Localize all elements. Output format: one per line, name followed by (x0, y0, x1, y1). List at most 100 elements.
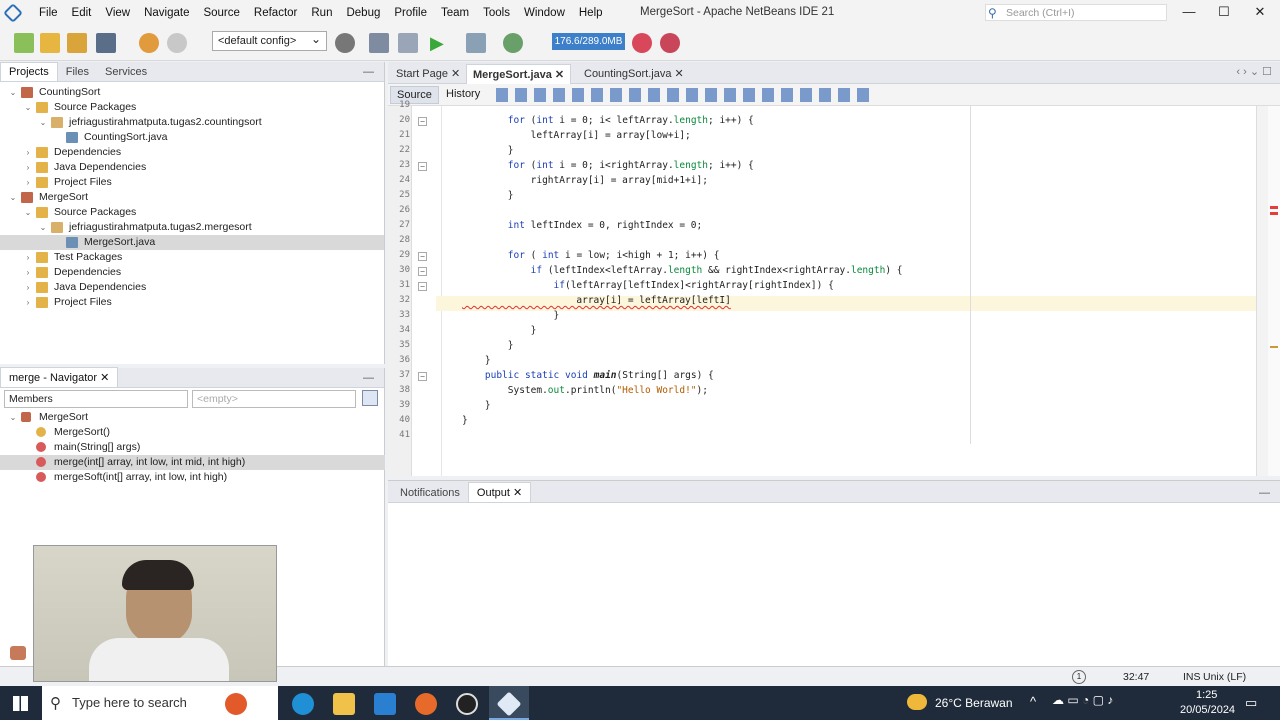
menu-debug[interactable]: Debug (339, 7, 387, 19)
tab-files[interactable]: Files (58, 63, 97, 81)
new-project-icon[interactable] (40, 33, 60, 53)
close-button[interactable]: ✕ (1251, 4, 1269, 20)
expand-toggle-icon[interactable]: › (23, 160, 33, 175)
tree-item[interactable]: ⌄ Source Packages (0, 100, 384, 115)
profile-icon[interactable] (503, 33, 523, 53)
tab-notifications[interactable]: Notifications (392, 484, 468, 502)
code-line[interactable]: } (462, 310, 560, 321)
tree-item[interactable]: › Project Files (0, 295, 384, 310)
error-marker[interactable] (1270, 212, 1278, 215)
editor-window-controls-icon[interactable]: ‹ › ⌄ ☐ (1236, 65, 1272, 78)
tray-icons[interactable]: ☁ ▭ ◔ ▢ ♪ (1052, 693, 1113, 707)
line-ending[interactable]: Unix (LF) (1203, 671, 1246, 683)
code-line[interactable]: } (462, 355, 491, 366)
gc-icon[interactable] (632, 33, 652, 53)
expand-toggle-icon[interactable]: › (23, 265, 33, 280)
code-area[interactable]: 19 20− for (int i = 0; i< leftArray.lengt… (399, 100, 1257, 476)
menu-view[interactable]: View (98, 7, 137, 19)
clock-time[interactable]: 1:25 (1196, 689, 1217, 701)
tree-item[interactable]: CountingSort.java (0, 130, 384, 145)
notifications-icon[interactable]: 1 (1072, 670, 1086, 684)
expand-toggle-icon[interactable]: › (23, 295, 33, 310)
code-line[interactable]: leftArray[i] = array[low+i]; (462, 130, 691, 141)
menu-refactor[interactable]: Refactor (247, 7, 304, 19)
tree-item[interactable]: MergeSort.java (0, 235, 384, 250)
expand-toggle-icon[interactable]: › (23, 280, 33, 295)
tree-item[interactable]: › Test Packages (0, 250, 384, 265)
tree-item[interactable]: ⌄ MergeSort (0, 190, 384, 205)
expand-toggle-icon[interactable]: ⌄ (8, 85, 18, 100)
code-line[interactable]: } (462, 400, 491, 411)
save-all-icon[interactable] (96, 33, 116, 53)
menu-run[interactable]: Run (304, 7, 339, 19)
code-line[interactable]: for (int i = 0; i<rightArray.length; i++… (462, 160, 754, 171)
expand-toggle-icon[interactable]: › (23, 175, 33, 190)
tab-output[interactable]: Output ✕ (467, 482, 532, 502)
search-input[interactable]: ⚲ Search (Ctrl+I) (985, 4, 1167, 21)
expand-toggle-icon[interactable]: ⌄ (38, 115, 48, 130)
code-line[interactable]: public static void main(String[] args) { (462, 370, 714, 381)
navigator-item[interactable]: MergeSort() (0, 425, 385, 440)
fold-toggle-icon[interactable]: − (418, 252, 427, 261)
tree-item[interactable]: ⌄ CountingSort (0, 85, 384, 100)
tree-item[interactable]: › Project Files (0, 175, 384, 190)
undo-icon[interactable] (139, 33, 159, 53)
menu-help[interactable]: Help (572, 7, 610, 19)
tab-services[interactable]: Services (97, 63, 155, 81)
tree-item[interactable]: › Java Dependencies (0, 280, 384, 295)
file-explorer-icon[interactable] (333, 693, 355, 715)
fold-toggle-icon[interactable]: − (418, 162, 427, 171)
run-icon[interactable]: ▶ (430, 33, 450, 53)
expand-toggle-icon[interactable]: › (23, 145, 33, 160)
edge-browser-icon[interactable] (292, 693, 314, 715)
code-line[interactable]: array[i] = leftArray[leftI] (462, 295, 730, 306)
fold-toggle-icon[interactable]: − (418, 282, 427, 291)
maximize-button[interactable]: ☐ (1215, 4, 1233, 20)
fold-toggle-icon[interactable]: − (418, 117, 427, 126)
navigator-options-icon[interactable] (362, 390, 378, 406)
minimize-panel-icon[interactable]: — (353, 63, 384, 81)
tree-item[interactable]: › Dependencies (0, 265, 384, 280)
windows-start-icon[interactable] (13, 696, 28, 711)
code-line[interactable]: if (leftIndex<leftArray.length && rightI… (462, 265, 903, 276)
code-line[interactable]: int leftIndex = 0, rightIndex = 0; (462, 220, 702, 231)
debug-icon[interactable] (466, 33, 486, 53)
minimize-panel-icon[interactable]: — (1249, 484, 1280, 502)
search-highlight-icon[interactable] (225, 693, 247, 715)
build-hammer-icon[interactable] (369, 33, 389, 53)
expand-toggle-icon[interactable]: ⌄ (23, 100, 33, 115)
code-line[interactable]: if(leftArray[leftIndex]<rightArray[right… (462, 280, 834, 291)
weather-text[interactable]: 26°C Berawan (935, 696, 1013, 710)
project-context-icon[interactable] (10, 646, 26, 660)
code-line[interactable]: rightArray[i] = array[mid+1+i]; (462, 175, 708, 186)
tab-mergesort[interactable]: MergeSort.java ✕ (466, 64, 572, 84)
tree-item[interactable]: ⌄ jefriagustirahmatputa.tugas2.mergesort (0, 220, 384, 235)
tab-navigator[interactable]: merge - Navigator ✕ (0, 367, 119, 387)
navigator-item[interactable]: ⌄ MergeSort (0, 410, 385, 425)
fold-toggle-icon[interactable]: − (418, 267, 427, 276)
tree-item[interactable]: › Java Dependencies (0, 160, 384, 175)
notification-center-icon[interactable]: ▭ (1245, 695, 1257, 711)
fold-toggle-icon[interactable]: − (418, 372, 427, 381)
menu-profile[interactable]: Profile (387, 7, 434, 19)
show-hidden-icons[interactable]: ^ (1030, 694, 1036, 709)
redo-icon[interactable] (167, 33, 187, 53)
minimize-panel-icon[interactable]: — (353, 369, 384, 387)
code-line[interactable]: } (462, 340, 514, 351)
profiler-snapshot-icon[interactable] (660, 33, 680, 53)
expand-toggle-icon[interactable]: ⌄ (38, 220, 48, 235)
obs-icon[interactable] (456, 693, 478, 715)
navigator-item[interactable]: main(String[] args) (0, 440, 385, 455)
tab-projects[interactable]: Projects (0, 62, 58, 81)
memory-indicator[interactable]: 176.6/289.0MB (552, 33, 625, 50)
menu-edit[interactable]: Edit (65, 7, 99, 19)
menu-team[interactable]: Team (434, 7, 476, 19)
warning-marker[interactable] (1270, 346, 1278, 348)
menu-tools[interactable]: Tools (476, 7, 517, 19)
clean-build-icon[interactable] (398, 33, 418, 53)
tree-item[interactable]: › Dependencies (0, 145, 384, 160)
config-select[interactable]: <default config> (212, 31, 327, 51)
filter-select[interactable]: <empty> (192, 390, 356, 408)
code-line[interactable]: } (462, 190, 514, 201)
caret-position[interactable]: 32:47 (1123, 671, 1149, 683)
